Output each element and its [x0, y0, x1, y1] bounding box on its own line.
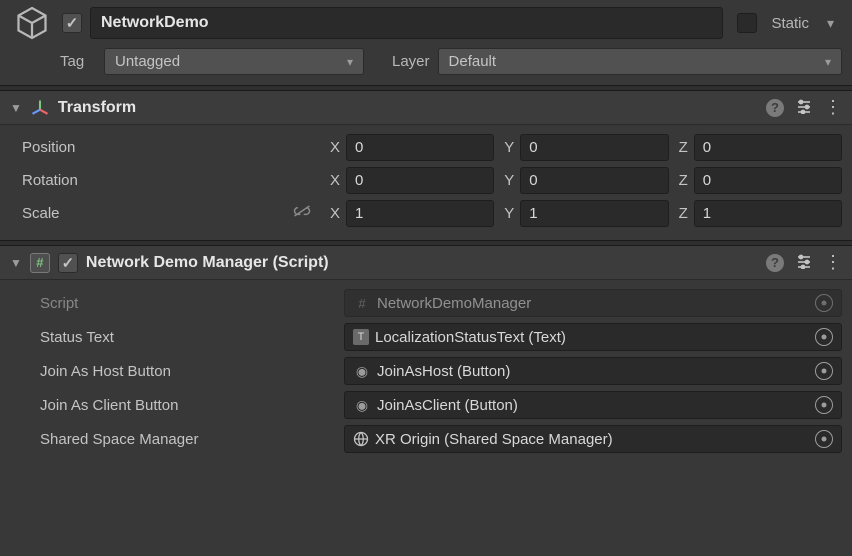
- status-text-row: Status Text T LocalizationStatusText (Te…: [40, 320, 842, 354]
- x-label: X: [330, 205, 340, 222]
- y-label: Y: [504, 205, 514, 222]
- script-row: Script # NetworkDemoManager: [40, 286, 842, 320]
- rotation-z-input[interactable]: [694, 167, 842, 194]
- component-enabled-checkbox[interactable]: [58, 253, 78, 273]
- tag-dropdown[interactable]: Untagged ▾: [104, 48, 364, 75]
- y-label: Y: [504, 172, 514, 189]
- scale-row: Scale X Y Z: [22, 197, 842, 230]
- script-field: # NetworkDemoManager: [344, 289, 842, 317]
- component-type-icon: [353, 431, 369, 447]
- scale-y-input[interactable]: [520, 200, 668, 227]
- rotation-y-input[interactable]: [520, 167, 668, 194]
- object-picker-icon[interactable]: [815, 362, 833, 380]
- enabled-checkbox[interactable]: [62, 13, 82, 33]
- scale-label: Scale: [22, 204, 320, 223]
- script-value: NetworkDemoManager: [377, 295, 803, 312]
- transform-header[interactable]: ▼ Transform ? ⋮: [0, 91, 852, 125]
- join-host-label: Join As Host Button: [40, 363, 338, 380]
- network-demo-manager-properties: Script # NetworkDemoManager Status Text …: [0, 280, 852, 466]
- object-picker-icon[interactable]: [815, 396, 833, 414]
- position-row: Position X Y Z: [22, 131, 842, 164]
- z-label: Z: [679, 205, 688, 222]
- object-picker-icon[interactable]: [815, 294, 833, 312]
- menu-icon[interactable]: ⋮: [824, 252, 842, 273]
- join-client-field[interactable]: ◉ JoinAsClient (Button): [344, 391, 842, 419]
- x-label: X: [330, 139, 340, 156]
- position-x-input[interactable]: [346, 134, 494, 161]
- presets-icon[interactable]: [796, 98, 812, 118]
- rotation-x-input[interactable]: [346, 167, 494, 194]
- button-type-icon: ◉: [353, 363, 371, 380]
- gameobject-icon[interactable]: [10, 6, 54, 40]
- layer-label: Layer: [392, 53, 430, 70]
- position-label: Position: [22, 139, 320, 156]
- tag-label: Tag: [60, 53, 96, 70]
- status-text-value: LocalizationStatusText (Text): [375, 329, 803, 346]
- rotation-label: Rotation: [22, 172, 320, 189]
- position-z-input[interactable]: [694, 134, 842, 161]
- transform-title: Transform: [58, 99, 758, 117]
- network-demo-manager-header[interactable]: ▼ # Network Demo Manager (Script) ? ⋮: [0, 246, 852, 280]
- join-client-row: Join As Client Button ◉ JoinAsClient (Bu…: [40, 388, 842, 422]
- join-client-label: Join As Client Button: [40, 397, 338, 414]
- join-host-value: JoinAsHost (Button): [377, 363, 803, 380]
- foldout-arrow[interactable]: ▼: [10, 256, 22, 270]
- script-icon: #: [30, 253, 50, 273]
- name-input[interactable]: [90, 7, 723, 39]
- object-picker-icon[interactable]: [815, 328, 833, 346]
- chevron-down-icon: ▾: [347, 55, 353, 69]
- status-text-field[interactable]: T LocalizationStatusText (Text): [344, 323, 842, 351]
- gameobject-header: Static ▾: [0, 0, 852, 44]
- script-label: Script: [40, 295, 338, 312]
- help-icon[interactable]: ?: [766, 99, 784, 117]
- tag-layer-row: Tag Untagged ▾ Layer Default ▾: [0, 44, 852, 85]
- chevron-down-icon: ▾: [825, 55, 831, 69]
- z-label: Z: [679, 139, 688, 156]
- layer-value: Default: [449, 53, 497, 70]
- z-label: Z: [679, 172, 688, 189]
- presets-icon[interactable]: [796, 253, 812, 273]
- shared-space-row: Shared Space Manager XR Origin (Shared S…: [40, 422, 842, 456]
- join-host-field[interactable]: ◉ JoinAsHost (Button): [344, 357, 842, 385]
- join-host-row: Join As Host Button ◉ JoinAsHost (Button…: [40, 354, 842, 388]
- status-text-label: Status Text: [40, 329, 338, 346]
- foldout-arrow[interactable]: ▼: [10, 101, 22, 115]
- x-label: X: [330, 172, 340, 189]
- static-label: Static: [771, 15, 809, 32]
- position-y-input[interactable]: [520, 134, 668, 161]
- scale-x-input[interactable]: [346, 200, 494, 227]
- static-checkbox[interactable]: [737, 13, 757, 33]
- network-demo-manager-title: Network Demo Manager (Script): [86, 254, 758, 272]
- rotation-row: Rotation X Y Z: [22, 164, 842, 197]
- text-type-icon: T: [353, 329, 369, 345]
- object-picker-icon[interactable]: [815, 430, 833, 448]
- transform-icon: [30, 98, 50, 118]
- shared-space-field[interactable]: XR Origin (Shared Space Manager): [344, 425, 842, 453]
- constrain-proportions-icon[interactable]: [292, 204, 312, 223]
- y-label: Y: [504, 139, 514, 156]
- button-type-icon: ◉: [353, 397, 371, 414]
- shared-space-label: Shared Space Manager: [40, 431, 338, 448]
- help-icon[interactable]: ?: [766, 254, 784, 272]
- shared-space-value: XR Origin (Shared Space Manager): [375, 431, 803, 448]
- inspector-panel: Static ▾ Tag Untagged ▾ Layer Default ▾ …: [0, 0, 852, 466]
- join-client-value: JoinAsClient (Button): [377, 397, 803, 414]
- layer-dropdown[interactable]: Default ▾: [438, 48, 842, 75]
- csharp-icon: #: [353, 296, 371, 311]
- tag-value: Untagged: [115, 53, 180, 70]
- scale-z-input[interactable]: [694, 200, 842, 227]
- static-dropdown-arrow[interactable]: ▾: [819, 15, 842, 32]
- transform-properties: Position X Y Z Rotation X Y Z Scale: [0, 125, 852, 240]
- menu-icon[interactable]: ⋮: [824, 97, 842, 118]
